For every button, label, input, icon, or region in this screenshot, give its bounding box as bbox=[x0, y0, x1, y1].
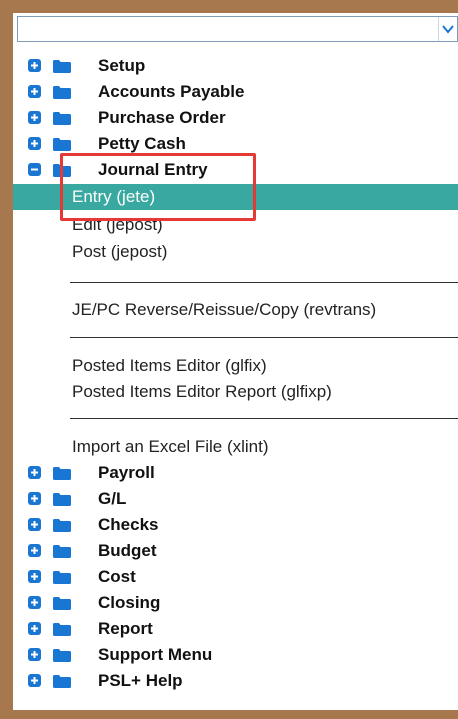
expand-icon[interactable] bbox=[28, 466, 41, 479]
expand-icon[interactable] bbox=[28, 111, 41, 124]
menu-item-label: Posted Items Editor Report (glfixp) bbox=[72, 382, 332, 401]
tree-folder-label: Accounts Payable bbox=[98, 82, 245, 101]
expand-icon[interactable] bbox=[28, 492, 41, 505]
folder-icon bbox=[53, 649, 71, 662]
folder-icon bbox=[53, 519, 71, 532]
expand-icon[interactable] bbox=[28, 137, 41, 150]
expand-icon[interactable] bbox=[28, 596, 41, 609]
folder-icon bbox=[53, 597, 71, 610]
menu-item-glfixp[interactable]: Posted Items Editor Report (glfixp) bbox=[13, 379, 458, 405]
menu-item-label: Import an Excel File (xlint) bbox=[72, 437, 269, 456]
collapse-icon[interactable] bbox=[28, 163, 41, 176]
chevron-down-icon bbox=[442, 25, 454, 34]
expand-icon[interactable] bbox=[28, 85, 41, 98]
expand-icon[interactable] bbox=[28, 59, 41, 72]
tree-folder-label: Cost bbox=[98, 567, 136, 586]
menu-item-label: Post (jepost) bbox=[72, 242, 168, 261]
menu-separator bbox=[70, 337, 458, 338]
expand-icon[interactable] bbox=[28, 570, 41, 583]
annotation-highlight-box bbox=[60, 153, 256, 221]
tree-folder-label: Checks bbox=[98, 515, 159, 534]
navigation-panel: Setup Accounts Payable Purchase Order Pe… bbox=[13, 13, 458, 710]
folder-icon bbox=[53, 138, 71, 151]
folder-icon bbox=[53, 60, 71, 73]
menu-item-xlint[interactable]: Import an Excel File (xlint) bbox=[13, 434, 458, 460]
menu-separator bbox=[70, 418, 458, 419]
menu-item-revtrans[interactable]: JE/PC Reverse/Reissue/Copy (revtrans) bbox=[13, 297, 458, 323]
tree-folder-label: Support Menu bbox=[98, 645, 213, 664]
menu-dropdown[interactable] bbox=[17, 16, 458, 42]
expand-icon[interactable] bbox=[28, 544, 41, 557]
menu-item-label: Posted Items Editor (glfix) bbox=[72, 356, 267, 375]
folder-icon bbox=[53, 623, 71, 636]
expand-icon[interactable] bbox=[28, 622, 41, 635]
menu-item-label: JE/PC Reverse/Reissue/Copy (revtrans) bbox=[72, 300, 377, 319]
menu-item-glfix[interactable]: Posted Items Editor (glfix) bbox=[13, 353, 458, 379]
folder-icon bbox=[53, 467, 71, 480]
tree-folder-label: Report bbox=[98, 619, 153, 638]
tree-folder-label: G/L bbox=[98, 489, 127, 508]
tree-folder-label: Purchase Order bbox=[98, 108, 226, 127]
tree-folder-label: PSL+ Help bbox=[98, 671, 183, 690]
tree-folder-label: Setup bbox=[98, 56, 146, 75]
folder-icon bbox=[53, 675, 71, 688]
folder-icon bbox=[53, 545, 71, 558]
expand-icon[interactable] bbox=[28, 648, 41, 661]
expand-icon[interactable] bbox=[28, 518, 41, 531]
menu-separator bbox=[70, 282, 458, 283]
tree-folder-label: Payroll bbox=[98, 463, 155, 482]
dropdown-toggle[interactable] bbox=[438, 17, 457, 41]
folder-icon bbox=[53, 86, 71, 99]
folder-icon bbox=[53, 493, 71, 506]
tree-folder-label: Closing bbox=[98, 593, 161, 612]
folder-icon bbox=[53, 112, 71, 125]
folder-icon bbox=[53, 571, 71, 584]
expand-icon[interactable] bbox=[28, 674, 41, 687]
menu-item-post-jepost[interactable]: Post (jepost) bbox=[13, 239, 458, 265]
tree-folder-label: Budget bbox=[98, 541, 157, 560]
